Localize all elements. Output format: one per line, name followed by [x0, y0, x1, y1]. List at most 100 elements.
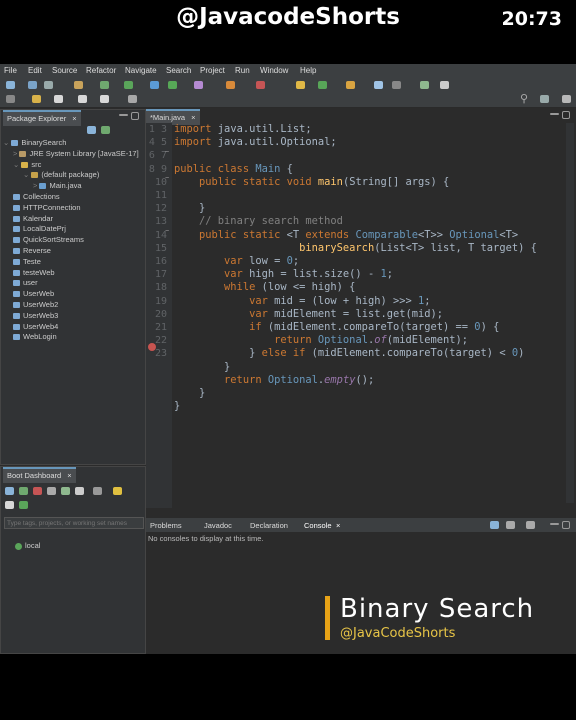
build-icon[interactable] — [74, 81, 83, 89]
tree-item-reverse[interactable]: Reverse — [3, 246, 139, 257]
filter-icon[interactable] — [5, 501, 14, 509]
perspective-icon[interactable] — [128, 95, 137, 103]
debug-icon[interactable] — [100, 81, 109, 89]
fold-icon[interactable]: − — [165, 175, 169, 182]
tree-item-collections[interactable]: Collections — [3, 192, 139, 203]
open-perspective-icon[interactable] — [540, 95, 549, 103]
maximize-icon[interactable] — [131, 112, 139, 120]
annotation-icon[interactable] — [440, 81, 449, 89]
tree-item-quicksortstreams[interactable]: QuickSortStreams — [3, 235, 139, 246]
stop-icon[interactable] — [33, 487, 42, 495]
maximize-icon[interactable] — [562, 521, 570, 529]
tree-item-userweb2[interactable]: UserWeb2 — [3, 300, 139, 311]
pin-console-icon[interactable] — [506, 521, 515, 529]
next-icon[interactable] — [420, 81, 429, 89]
new-java-icon[interactable] — [226, 81, 235, 89]
task-icon[interactable] — [318, 81, 327, 89]
back-icon[interactable] — [54, 95, 63, 103]
maximize-icon[interactable] — [562, 111, 570, 119]
tree-item-jre[interactable]: > JRE System Library [JavaSE-17] — [3, 149, 139, 160]
minimize-icon[interactable] — [550, 523, 559, 525]
error-marker-icon[interactable] — [148, 343, 156, 351]
minimize-icon[interactable] — [550, 113, 559, 115]
java-perspective-icon[interactable] — [562, 95, 571, 103]
tree-item-userweb[interactable]: UserWeb — [3, 289, 139, 300]
open-browser-icon[interactable] — [47, 487, 56, 495]
menu-refactor[interactable]: Refactor — [86, 66, 116, 75]
menu-edit[interactable]: Edit — [28, 66, 42, 75]
tree-item-user[interactable]: user — [3, 278, 139, 289]
link-editor-icon[interactable] — [101, 126, 110, 134]
start-icon[interactable] — [5, 487, 14, 495]
print-icon[interactable] — [44, 81, 53, 89]
external-tools-icon[interactable] — [194, 81, 203, 89]
code-text[interactable]: import java.util.List; import java.util.… — [174, 123, 537, 413]
dashboard-item-local[interactable]: local — [15, 541, 40, 552]
dashboard-filter-input[interactable] — [4, 517, 144, 529]
config-icon[interactable] — [93, 487, 102, 495]
minimize-icon[interactable] — [119, 114, 128, 116]
menu-project[interactable]: Project — [200, 66, 225, 75]
caption-accent-bar — [325, 596, 330, 640]
java-file-icon — [39, 183, 47, 190]
console-icon[interactable] — [61, 487, 70, 495]
code-editor[interactable]: *Main.java × 1 3 4 5 6 7 8 9 10 11 12 13… — [146, 109, 576, 575]
menu-help[interactable]: Help — [300, 66, 316, 75]
tab-problems[interactable]: Problems — [150, 521, 182, 530]
forward-icon[interactable] — [78, 95, 87, 103]
tab-console[interactable]: Console — [304, 521, 332, 530]
pin-icon[interactable] — [392, 81, 401, 89]
tree-item-teste[interactable]: Teste — [3, 257, 139, 268]
collapse-all-icon[interactable] — [87, 126, 96, 134]
tree-item-binarysearch[interactable]: ⌄ BinarySearch — [3, 138, 139, 149]
editor-scrollbar[interactable] — [566, 123, 574, 503]
run-last-icon[interactable] — [168, 81, 177, 89]
run-icon[interactable] — [124, 81, 133, 89]
tree-item-main-java[interactable]: > Main.java — [3, 181, 139, 192]
close-icon[interactable]: × — [336, 521, 340, 530]
fold-icon[interactable]: − — [165, 228, 169, 235]
save-icon[interactable] — [28, 81, 37, 89]
close-icon[interactable]: × — [67, 471, 71, 480]
caption-title: Binary Search — [340, 594, 535, 624]
lightbulb-icon[interactable] — [113, 487, 122, 495]
debug-icon[interactable] — [19, 487, 28, 495]
properties-icon[interactable] — [75, 487, 84, 495]
new-icon[interactable] — [6, 81, 15, 89]
menu-search[interactable]: Search — [166, 66, 191, 75]
tree-item-userweb4[interactable]: UserWeb4 — [3, 322, 139, 333]
forward-history-icon[interactable] — [100, 95, 109, 103]
tree-item-testeweb[interactable]: testeWeb — [3, 268, 139, 279]
menu-file[interactable]: File — [4, 66, 17, 75]
tree-item-httpconnection[interactable]: HTTPConnection — [3, 203, 139, 214]
add-icon[interactable] — [19, 501, 28, 509]
tab-package-explorer[interactable]: Package Explorer × — [3, 110, 81, 126]
history-icon[interactable] — [6, 95, 15, 103]
marker-icon[interactable] — [346, 81, 355, 89]
tree-item-weblogin[interactable]: WebLogin — [3, 332, 139, 343]
open-type-icon[interactable] — [296, 81, 305, 89]
open-console-icon[interactable] — [526, 521, 535, 529]
menu-source[interactable]: Source — [52, 66, 77, 75]
menu-navigate[interactable]: Navigate — [125, 66, 157, 75]
editor-tab-label: *Main.java — [150, 113, 186, 122]
search-icon[interactable]: ⚲ — [520, 92, 528, 105]
spring-icon[interactable] — [256, 81, 265, 89]
display-console-icon[interactable] — [490, 521, 499, 529]
fold-icon[interactable]: − — [165, 149, 169, 156]
tab-javadoc[interactable]: Javadoc — [204, 521, 232, 530]
toggle-icon[interactable] — [374, 81, 383, 89]
tree-item-default-package[interactable]: ⌄ (default package) — [3, 170, 139, 181]
tree-item-src[interactable]: ⌄ src — [3, 160, 139, 171]
tree-item-kalendar[interactable]: Kalendar — [3, 214, 139, 225]
close-icon[interactable]: × — [72, 114, 76, 123]
tree-item-localdateprj[interactable]: LocalDatePrj — [3, 224, 139, 235]
tree-item-userweb3[interactable]: UserWeb3 — [3, 311, 139, 322]
tab-boot-dashboard[interactable]: Boot Dashboard × — [3, 467, 76, 483]
close-icon[interactable]: × — [191, 113, 195, 122]
menu-window[interactable]: Window — [260, 66, 288, 75]
bookmark-icon[interactable] — [32, 95, 41, 103]
tab-declaration[interactable]: Declaration — [250, 521, 288, 530]
menu-run[interactable]: Run — [235, 66, 250, 75]
coverage-icon[interactable] — [150, 81, 159, 89]
